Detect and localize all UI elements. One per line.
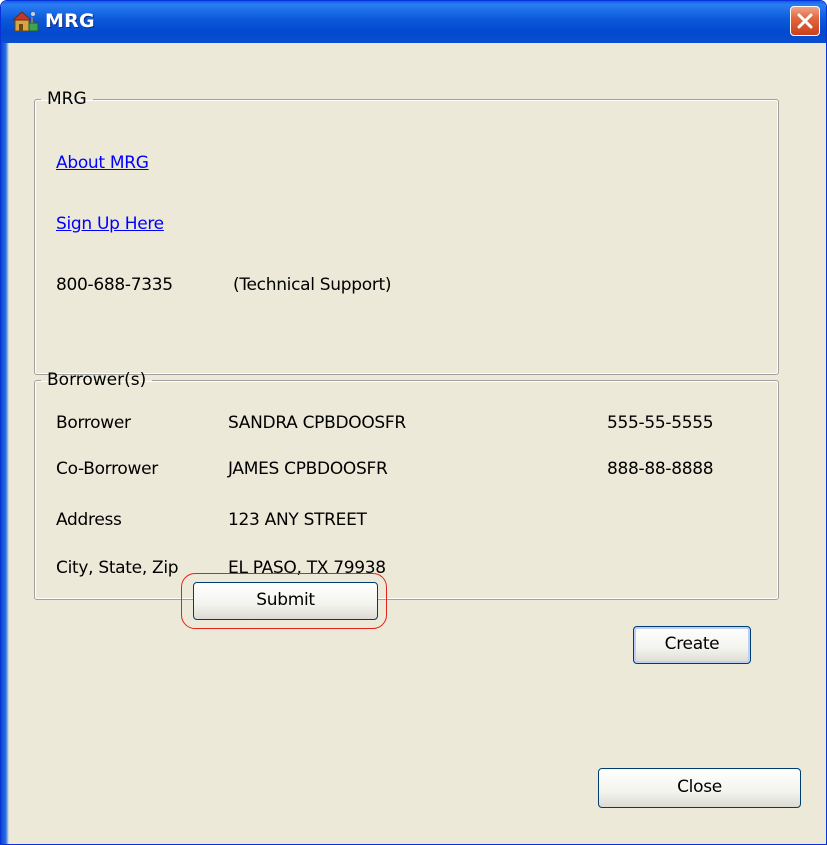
about-mrg-link[interactable]: About MRG: [56, 153, 149, 173]
app-icon: [11, 11, 39, 33]
borrower-ssn: 555-55-5555: [607, 413, 714, 433]
address-value: 123 ANY STREET: [228, 510, 367, 530]
co-borrower-name: JAMES CPBDOOSFR: [228, 459, 388, 479]
window-left-border: [1, 43, 9, 844]
support-phone-note: (Technical Support): [233, 275, 392, 295]
address-label: Address: [56, 510, 122, 530]
borrowers-group-legend: Borrower(s): [47, 370, 147, 390]
mrg-group-legend: MRG: [47, 89, 87, 109]
submit-button[interactable]: Submit: [193, 582, 378, 620]
sign-up-link[interactable]: Sign Up Here: [56, 214, 164, 234]
borrower-name: SANDRA CPBDOOSFR: [228, 413, 406, 433]
dialog-content: MRG About MRG Sign Up Here 800-688-7335 …: [9, 43, 822, 841]
close-button[interactable]: Close: [598, 768, 801, 808]
create-button[interactable]: Create: [633, 626, 751, 664]
mrg-dialog-window: MRG MRG About MRG Sign Up Here 800-688-7…: [0, 0, 827, 845]
city-state-zip-label: City, State, Zip: [56, 558, 179, 578]
co-borrower-ssn: 888-88-8888: [607, 459, 714, 479]
support-phone: 800-688-7335: [56, 275, 173, 295]
window-title: MRG: [45, 10, 95, 32]
close-icon[interactable]: [790, 6, 820, 36]
co-borrower-label: Co-Borrower: [56, 459, 158, 479]
title-bar[interactable]: MRG: [1, 1, 826, 43]
borrower-label: Borrower: [56, 413, 131, 433]
